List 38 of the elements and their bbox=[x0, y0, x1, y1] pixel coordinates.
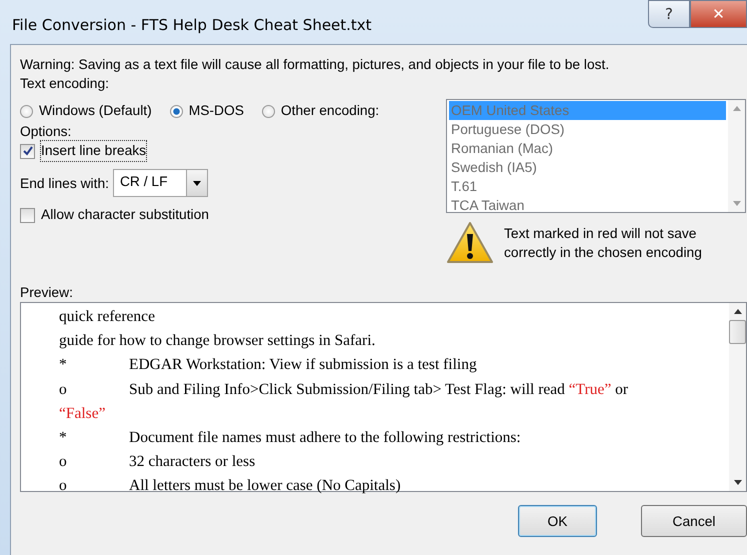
bullet-marker: * bbox=[59, 428, 68, 448]
radio-option[interactable]: Windows (Default) bbox=[20, 101, 152, 121]
checkbox-option[interactable]: Allow character substitution bbox=[20, 205, 436, 225]
preview-line: guide for how to change browser settings in Safari. bbox=[59, 331, 376, 352]
preview-line: 32 characters or less bbox=[129, 452, 256, 472]
scroll-up-icon bbox=[734, 309, 742, 314]
preview-line: “False” bbox=[59, 404, 106, 424]
bullet-marker: o bbox=[59, 476, 68, 496]
preview-line: EDGAR Workstation: View if submission is a test filing bbox=[129, 355, 477, 376]
help-button[interactable]: ? bbox=[648, 0, 690, 28]
radio-option[interactable]: MS-DOS bbox=[170, 101, 244, 121]
preview-line: Document file names must adhere to the following restrictions: bbox=[129, 428, 521, 448]
end-lines-label: End lines with: bbox=[20, 174, 109, 192]
preview-label: Preview: bbox=[20, 284, 74, 302]
preview-line: Sub and Filing Info>Click Submission/Filing tab> Test Flag: will read “True” or bbox=[129, 380, 628, 400]
bullet-marker: o bbox=[59, 452, 68, 472]
encoding-notice: Text marked in red will not save correctly in the chosen encoding bbox=[504, 225, 703, 262]
dialog-button[interactable]: Cancel bbox=[641, 505, 747, 537]
preview-line: All letters must be lower case (No Capitals) bbox=[129, 476, 401, 496]
warning-icon bbox=[446, 221, 494, 265]
scrollbar[interactable] bbox=[729, 303, 746, 491]
window-title: File Conversion - FTS Help Desk Cheat Sheet.txt bbox=[11, 15, 372, 34]
radio-option[interactable]: Other encoding: bbox=[262, 101, 380, 121]
check-icon bbox=[22, 145, 34, 157]
encoding-label: Text encoding: bbox=[20, 75, 110, 93]
warning-text: Warning: Saving as a text file will cause all formatting, pictures, and objects in your file to be lost. bbox=[20, 56, 610, 74]
scroll-thumb[interactable] bbox=[729, 320, 746, 344]
checkbox-option[interactable]: Insert line breaks bbox=[20, 141, 436, 161]
options-label: Options: bbox=[20, 123, 72, 141]
preview-line: quick reference bbox=[59, 307, 155, 327]
scroll-down-icon bbox=[732, 201, 740, 206]
bullet-marker: o bbox=[59, 380, 68, 400]
dialog-button[interactable]: OK bbox=[518, 505, 597, 537]
dropdown-arrow-icon bbox=[192, 180, 201, 186]
end-lines-dropdown[interactable]: CR / LF bbox=[112, 169, 208, 197]
bullet-marker: * bbox=[59, 355, 68, 376]
scroll-down-icon bbox=[734, 480, 742, 485]
scroll-up-icon bbox=[732, 106, 740, 111]
